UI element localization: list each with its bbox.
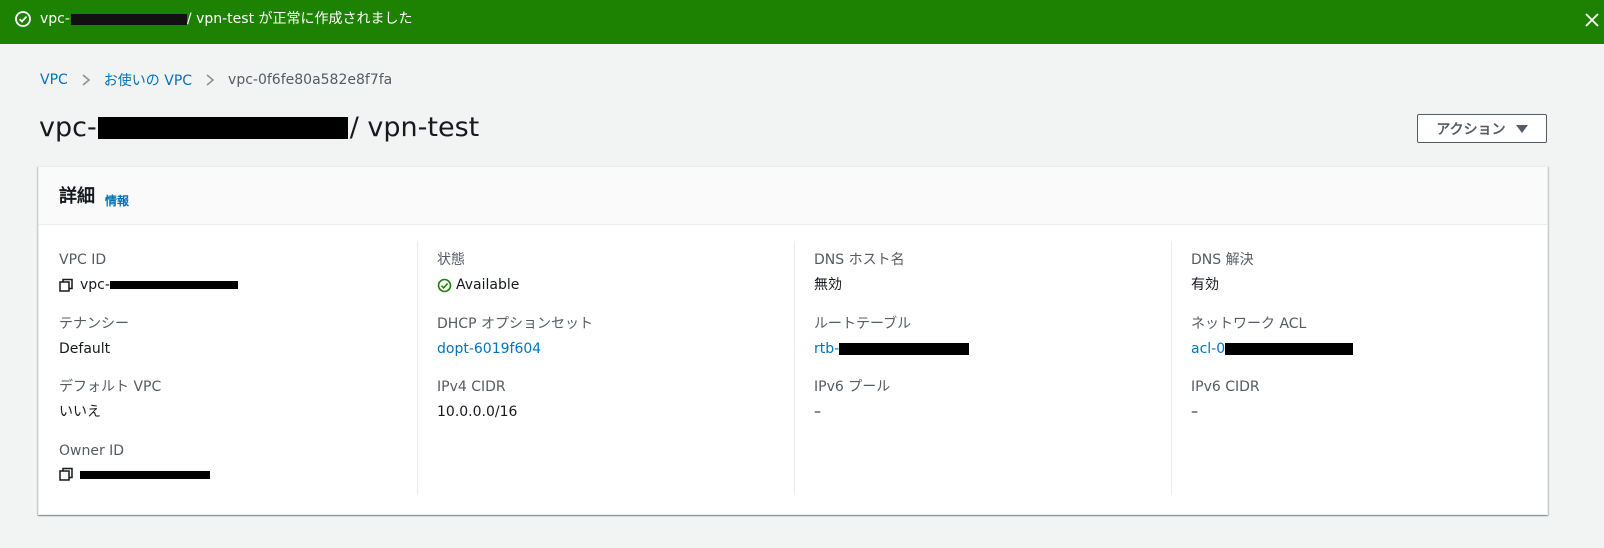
redacted-vpc-id bbox=[109, 281, 238, 289]
actions-button-label: アクション bbox=[1436, 121, 1506, 138]
owner-id-field: Owner ID bbox=[59, 442, 399, 482]
redacted-owner-id bbox=[80, 470, 210, 479]
owner-id-value bbox=[59, 467, 399, 482]
tenancy-field: テナンシー Default bbox=[59, 315, 399, 358]
dns-resolution-field: DNS 解決 有効 bbox=[1191, 251, 1531, 294]
flash-message: vpc- / vpn-test が正常に作成されました bbox=[40, 10, 413, 28]
breadcrumb: VPC お使いの VPC vpc-0f6fe80a582e8f7fa bbox=[40, 70, 392, 90]
actions-button[interactable]: アクション bbox=[1417, 114, 1547, 143]
title-suffix: / vpn-test bbox=[349, 112, 480, 143]
flash-message-suffix: / vpn-test が正常に作成されました bbox=[186, 11, 413, 27]
state-field: 状態 Available bbox=[437, 251, 777, 294]
default-vpc-value: いいえ bbox=[59, 404, 101, 420]
ipv4-cidr-value: 10.0.0.0/16 bbox=[437, 404, 518, 420]
dhcp-link[interactable]: dopt-6019f604 bbox=[437, 340, 777, 358]
caret-down-icon bbox=[1515, 124, 1528, 133]
network-acl-field: ネットワーク ACL acl-0 bbox=[1191, 315, 1531, 358]
vpc-id-value: vpc- bbox=[59, 276, 399, 294]
route-table-text: rtb- bbox=[814, 341, 840, 357]
copy-icon[interactable] bbox=[59, 278, 74, 293]
info-link[interactable]: 情報 bbox=[105, 192, 129, 209]
breadcrumb-your-vpcs[interactable]: お使いの VPC bbox=[104, 70, 192, 90]
ipv6-cidr-label: IPv6 CIDR bbox=[1191, 379, 1260, 395]
route-table-label: ルートテーブル bbox=[814, 316, 912, 332]
details-column-4: DNS 解決 有効 ネットワーク ACL acl-0 IPv6 CIDR – bbox=[1171, 241, 1548, 495]
details-column-2: 状態 Available DHCP オプションセット dopt-6019f604… bbox=[417, 241, 794, 495]
ipv4-cidr-label: IPv4 CIDR bbox=[437, 379, 506, 395]
success-circle-icon bbox=[15, 11, 31, 27]
state-text: Available bbox=[456, 277, 520, 293]
status-ok-icon bbox=[437, 278, 452, 292]
dns-hostnames-label: DNS ホスト名 bbox=[814, 252, 905, 268]
dhcp-field: DHCP オプションセット dopt-6019f604 bbox=[437, 315, 777, 358]
vpc-id-field: VPC ID vpc- bbox=[59, 251, 399, 294]
dns-resolution-label: DNS 解決 bbox=[1191, 252, 1254, 268]
ipv6-pool-field: IPv6 プール – bbox=[814, 378, 1154, 421]
ipv6-pool-label: IPv6 プール bbox=[814, 379, 891, 395]
vpc-id-label: VPC ID bbox=[59, 252, 107, 268]
tenancy-value: Default bbox=[59, 341, 111, 357]
details-header: 詳細 情報 bbox=[39, 167, 1547, 225]
ipv4-cidr-field: IPv4 CIDR 10.0.0.0/16 bbox=[437, 378, 777, 421]
redacted-vpc-id bbox=[70, 13, 187, 25]
default-vpc-field: デフォルト VPC いいえ bbox=[59, 378, 399, 421]
ipv6-pool-value: – bbox=[814, 404, 821, 420]
default-vpc-label: デフォルト VPC bbox=[59, 379, 162, 395]
tenancy-label: テナンシー bbox=[59, 316, 129, 332]
route-table-field: ルートテーブル rtb- bbox=[814, 315, 1154, 358]
chevron-right-icon bbox=[82, 74, 91, 86]
page-title: vpc- / vpn-test bbox=[39, 111, 479, 145]
dhcp-label: DHCP オプションセット bbox=[437, 316, 593, 332]
title-prefix: vpc- bbox=[39, 112, 97, 143]
dns-hostnames-value: 無効 bbox=[814, 277, 842, 293]
dns-hostnames-field: DNS ホスト名 無効 bbox=[814, 251, 1154, 294]
details-column-3: DNS ホスト名 無効 ルートテーブル rtb- IPv6 プール – bbox=[794, 241, 1171, 495]
route-table-link[interactable]: rtb- bbox=[814, 340, 1154, 358]
ipv6-cidr-value: – bbox=[1191, 404, 1198, 420]
dns-resolution-value: 有効 bbox=[1191, 277, 1219, 293]
breadcrumb-current: vpc-0f6fe80a582e8f7fa bbox=[228, 72, 393, 88]
details-panel: 詳細 情報 VPC ID vpc- テナンシー Default デフォルト VP… bbox=[38, 166, 1548, 515]
details-column-1: VPC ID vpc- テナンシー Default デフォルト VPC いいえ … bbox=[59, 241, 417, 495]
state-label: 状態 bbox=[437, 252, 465, 268]
close-icon[interactable] bbox=[1582, 10, 1602, 30]
network-acl-text: acl-0 bbox=[1191, 341, 1226, 357]
state-value: Available bbox=[437, 276, 777, 294]
vpc-id-text: vpc- bbox=[80, 277, 110, 293]
network-acl-link[interactable]: acl-0 bbox=[1191, 340, 1531, 358]
flash-vpc-prefix: vpc- bbox=[40, 11, 70, 27]
network-acl-label: ネットワーク ACL bbox=[1191, 316, 1307, 332]
details-title: 詳細 bbox=[59, 186, 95, 207]
owner-id-label: Owner ID bbox=[59, 443, 125, 459]
redacted-vpc-id bbox=[97, 117, 348, 139]
success-flash-banner: vpc- / vpn-test が正常に作成されました bbox=[0, 0, 1604, 44]
redacted-route-table-id bbox=[839, 343, 970, 355]
redacted-network-acl-id bbox=[1225, 343, 1354, 355]
breadcrumb-vpc[interactable]: VPC bbox=[40, 72, 68, 88]
copy-icon[interactable] bbox=[59, 467, 74, 482]
chevron-right-icon bbox=[206, 74, 215, 86]
ipv6-cidr-field: IPv6 CIDR – bbox=[1191, 378, 1531, 421]
